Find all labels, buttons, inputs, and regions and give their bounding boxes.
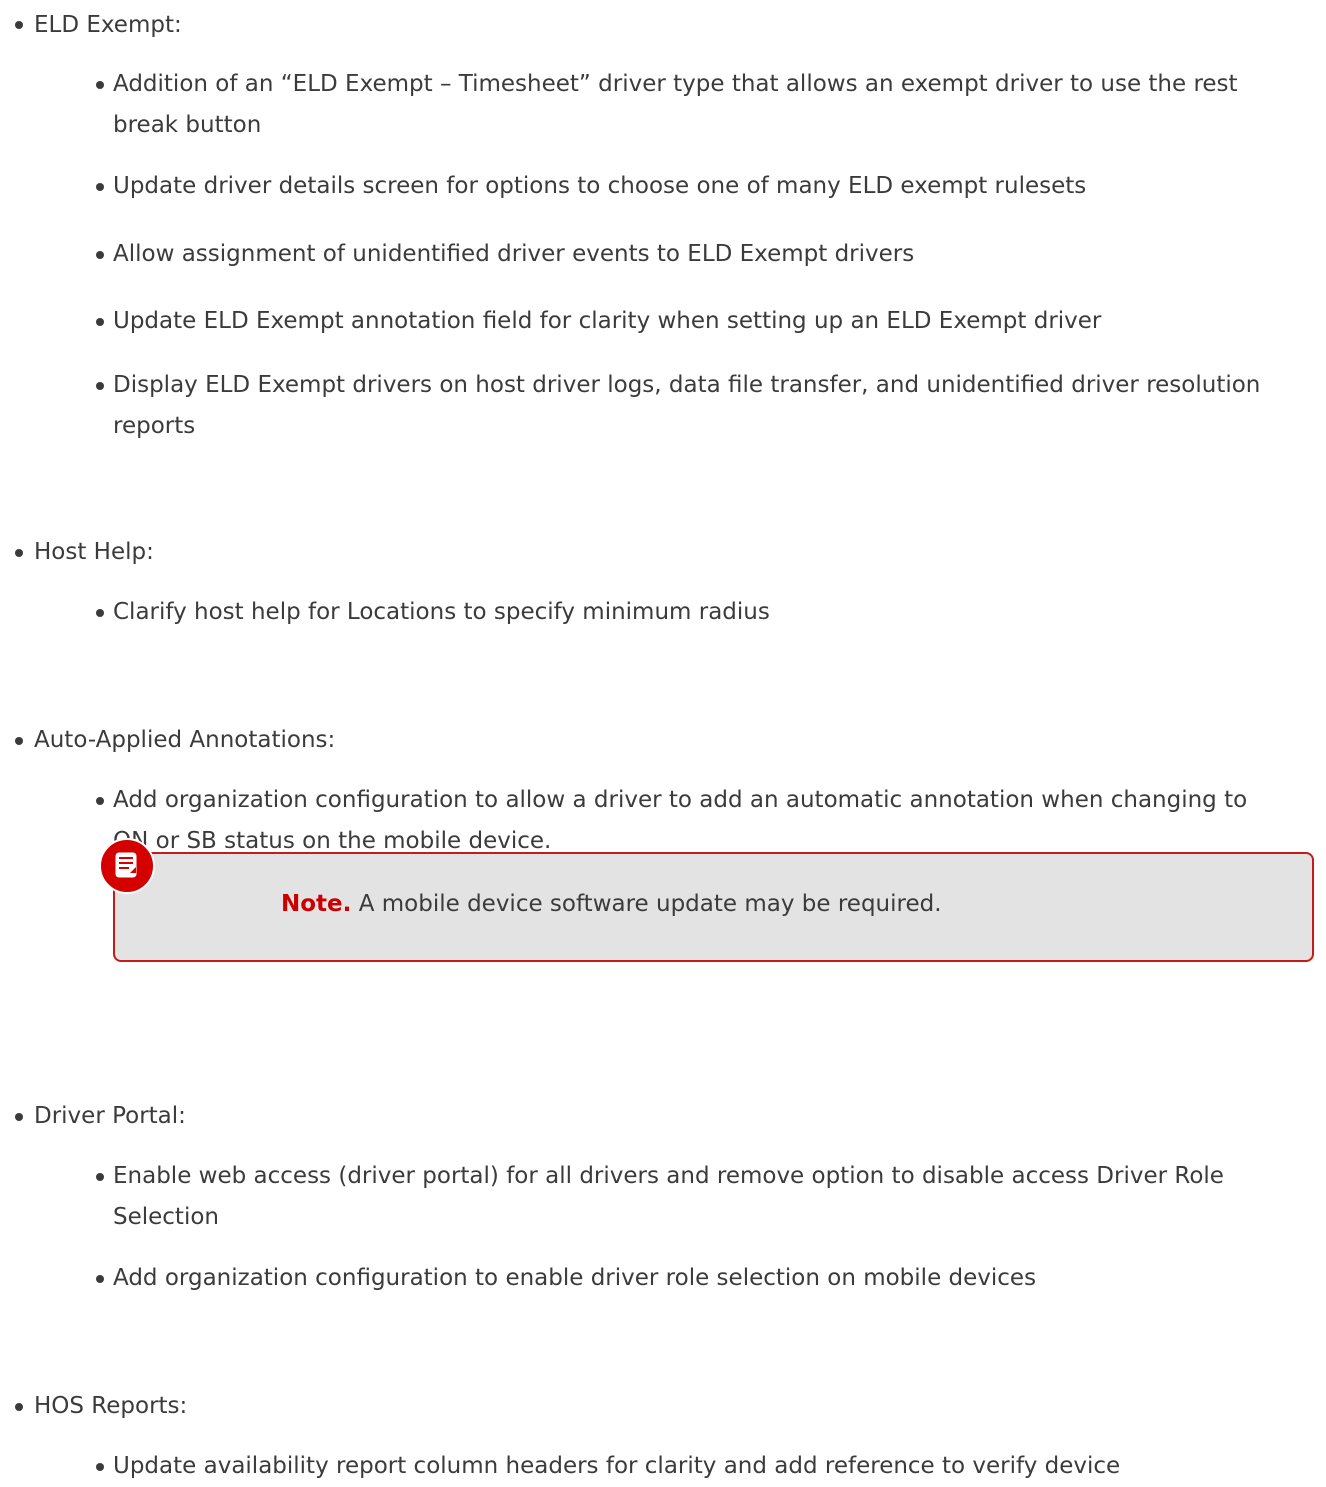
list-item: Update ELD Exempt annotation field for c… — [113, 301, 1313, 342]
note-callout: Note. A mobile device software update ma… — [99, 838, 1314, 962]
list-item-line: Display ELD Exempt drivers on host drive… — [113, 372, 1261, 398]
list-item: Update availability report column header… — [113, 1446, 1313, 1487]
list-item-line: Add organization configuration to enable… — [113, 1265, 1037, 1291]
bullet-icon — [96, 251, 104, 259]
section-title: Driver Portal: — [34, 1103, 186, 1129]
list-item-line: Add organization configuration to allow … — [113, 787, 1248, 813]
list-item: Enable web access (driver portal) for al… — [113, 1156, 1313, 1238]
list-item-line: break button — [113, 112, 262, 138]
list-item: Allow assignment of unidentified driver … — [113, 234, 1313, 275]
list-item-line: Selection — [113, 1204, 219, 1230]
section-title: Auto-Applied Annotations: — [34, 727, 336, 753]
list-item-line: Update driver details screen for options… — [113, 173, 1087, 199]
release-notes-page: ELD Exempt: Addition of an “ELD Exempt –… — [0, 0, 1326, 1479]
section-title: HOS Reports: — [34, 1393, 188, 1419]
list-item: Add organization configuration to enable… — [113, 1258, 1313, 1299]
list-item-line: Update ELD Exempt annotation field for c… — [113, 308, 1102, 334]
bullet-icon — [15, 1113, 23, 1121]
bullet-icon — [96, 797, 104, 805]
list-item: Addition of an “ELD Exempt – Timesheet” … — [113, 64, 1313, 146]
bullet-icon — [96, 183, 104, 191]
list-item: Update driver details screen for options… — [113, 166, 1313, 207]
list-item-line: Update availability report column header… — [113, 1453, 1121, 1479]
list-item: Display ELD Exempt drivers on host drive… — [113, 365, 1313, 447]
bullet-icon — [15, 737, 23, 745]
list-item-line: Enable web access (driver portal) for al… — [113, 1163, 1224, 1189]
section-title: ELD Exempt: — [34, 12, 182, 38]
bullet-icon — [96, 318, 104, 326]
note-label: Note. — [281, 891, 352, 917]
bullet-icon — [96, 1173, 104, 1181]
note-icon — [99, 838, 155, 894]
list-item-line: Allow assignment of unidentified driver … — [113, 241, 915, 267]
bullet-icon — [96, 382, 104, 390]
bullet-icon — [96, 1275, 104, 1283]
bullet-icon — [15, 1403, 23, 1411]
bullet-icon — [15, 21, 23, 29]
list-item-line: reports — [113, 413, 196, 439]
list-item: Add organization configuration to allow … — [113, 780, 1313, 862]
list-item-line: Addition of an “ELD Exempt – Timesheet” … — [113, 71, 1238, 97]
list-item: Clarify host help for Locations to speci… — [113, 592, 1313, 633]
bullet-icon — [96, 1463, 104, 1471]
section-title: Host Help: — [34, 539, 154, 565]
note-text: Note. A mobile device software update ma… — [281, 884, 942, 925]
list-item-line: Clarify host help for Locations to speci… — [113, 599, 770, 625]
bullet-icon — [96, 609, 104, 617]
bullet-icon — [96, 81, 104, 89]
note-message: A mobile device software update may be r… — [351, 891, 942, 917]
bullet-icon — [15, 549, 23, 557]
